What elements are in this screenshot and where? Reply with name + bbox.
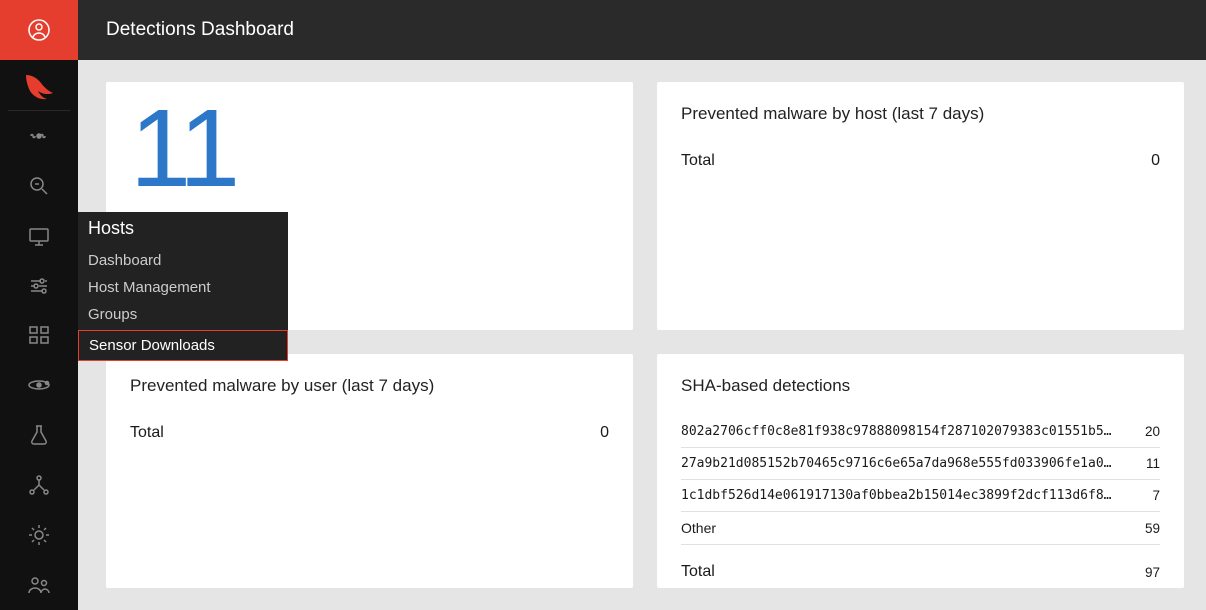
sha-row-other[interactable]: Other 59 [681, 512, 1160, 545]
falcon-logo-icon[interactable] [0, 60, 78, 110]
submenu-item-host-management[interactable]: Host Management [78, 274, 288, 301]
activity-icon[interactable] [0, 111, 78, 161]
sidebar [0, 0, 78, 610]
sha-count: 20 [1130, 424, 1160, 439]
flask-icon[interactable] [0, 410, 78, 460]
card-title: Prevented malware by user (last 7 days) [130, 376, 609, 396]
total-value: 97 [1130, 565, 1160, 580]
sha-hash: 27a9b21d085152b70465c9716c6e65a7da968e55… [681, 456, 1130, 471]
submenu-title: Hosts [78, 212, 288, 247]
users-icon[interactable] [0, 560, 78, 610]
sha-hash: 802a2706cff0c8e81f938c97888098154f287102… [681, 424, 1130, 439]
sha-hash: 1c1dbf526d14e061917130af0bbea2b15014ec38… [681, 488, 1130, 503]
hosts-submenu: Hosts Dashboard Host Management Groups S… [78, 212, 288, 361]
submenu-item-groups[interactable]: Groups [78, 301, 288, 328]
sha-row[interactable]: 27a9b21d085152b70465c9716c6e65a7da968e55… [681, 448, 1160, 480]
network-icon[interactable] [0, 460, 78, 510]
detections-count: 11 [130, 94, 609, 204]
sha-other-count: 59 [1130, 521, 1160, 536]
sha-count: 11 [1130, 456, 1160, 471]
sidebar-user-icon[interactable] [0, 0, 78, 60]
card-prevented-by-host: Prevented malware by host (last 7 days) … [657, 82, 1184, 330]
card-title: Prevented malware by host (last 7 days) [681, 104, 1160, 124]
page-header: Detections Dashboard [78, 0, 1206, 60]
sha-count: 7 [1130, 488, 1160, 503]
total-value: 0 [579, 424, 609, 442]
sha-row[interactable]: 1c1dbf526d14e061917130af0bbea2b15014ec38… [681, 480, 1160, 512]
sha-row[interactable]: 802a2706cff0c8e81f938c97888098154f287102… [681, 416, 1160, 448]
card-sha-detections: SHA-based detections 802a2706cff0c8e81f9… [657, 354, 1184, 588]
total-label: Total [681, 152, 1130, 170]
monitor-icon[interactable] [0, 211, 78, 261]
total-label: Total [130, 424, 579, 442]
sun-icon[interactable] [0, 510, 78, 560]
submenu-item-sensor-downloads[interactable]: Sensor Downloads [78, 330, 288, 361]
sha-other-label: Other [681, 520, 1130, 536]
orbit-icon[interactable] [0, 360, 78, 410]
total-value: 0 [1130, 152, 1160, 170]
panels-icon[interactable] [0, 311, 78, 361]
search-icon[interactable] [0, 161, 78, 211]
card-title: SHA-based detections [681, 376, 1160, 396]
page-title: Detections Dashboard [106, 19, 294, 41]
card-prevented-by-user: Prevented malware by user (last 7 days) … [106, 354, 633, 588]
total-label: Total [681, 563, 1130, 581]
sliders-icon[interactable] [0, 261, 78, 311]
submenu-item-dashboard[interactable]: Dashboard [78, 247, 288, 274]
